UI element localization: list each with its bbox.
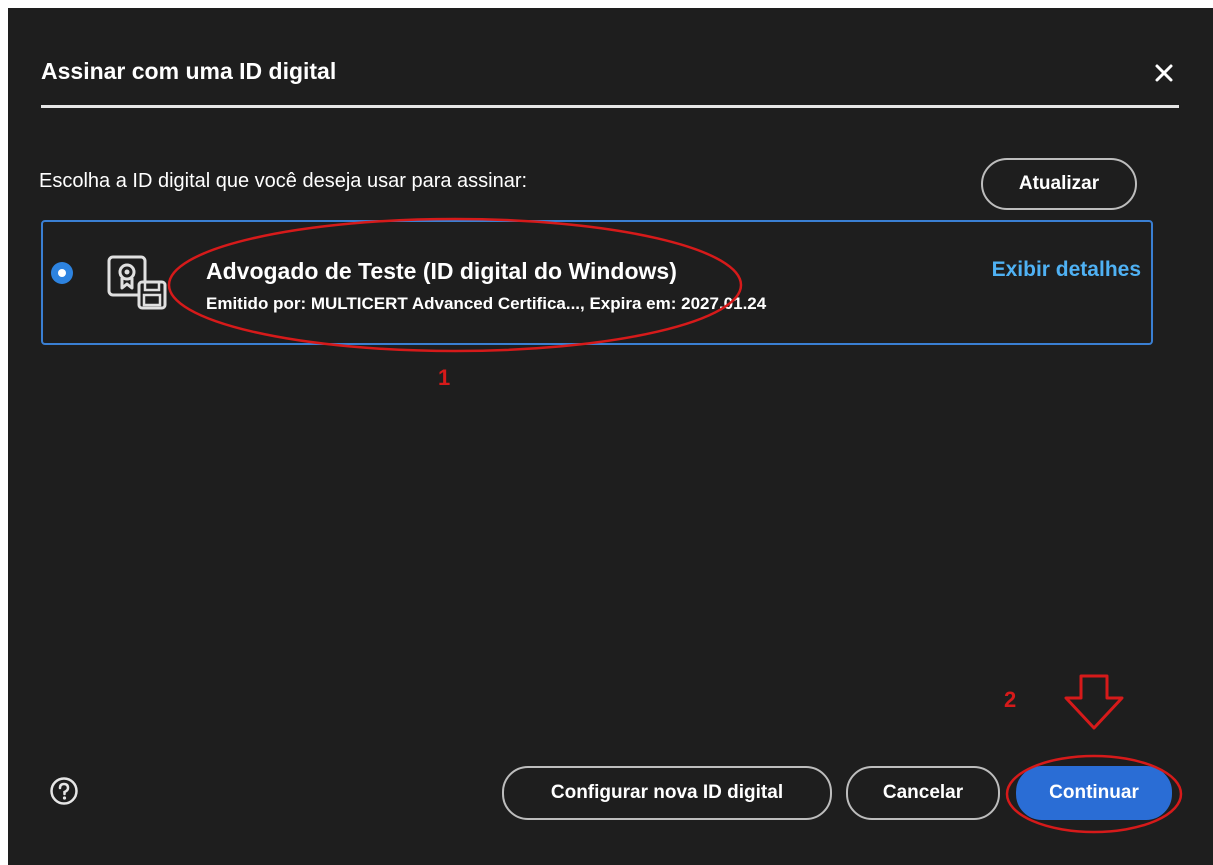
title-divider [41,105,1179,108]
cancel-button[interactable]: Cancelar [846,766,1000,820]
close-icon[interactable] [1144,53,1184,93]
sign-with-digital-id-dialog: Assinar com uma ID digital Escolha a ID … [8,8,1213,865]
annotation-step-1: 1 [438,365,451,390]
digital-id-name: Advogado de Teste (ID digital do Windows… [206,258,677,284]
annotation-step-2: 2 [1004,687,1017,712]
digital-id-option[interactable]: Advogado de Teste (ID digital do Windows… [41,220,1153,345]
dialog-title: Assinar com uma ID digital [41,58,337,84]
digital-id-radio[interactable] [51,262,73,284]
choose-id-prompt: Escolha a ID digital que você deseja usa… [39,170,528,192]
view-details-link[interactable]: Exibir detalhes [992,258,1141,282]
refresh-button[interactable]: Atualizar [981,158,1137,210]
digital-id-issuer: Emitido por: MULTICERT Advanced Certific… [206,294,767,313]
continue-button[interactable]: Continuar [1016,766,1172,820]
help-icon[interactable] [49,776,79,806]
configure-new-id-button[interactable]: Configurar nova ID digital [502,766,832,820]
certificate-icon [106,254,168,312]
